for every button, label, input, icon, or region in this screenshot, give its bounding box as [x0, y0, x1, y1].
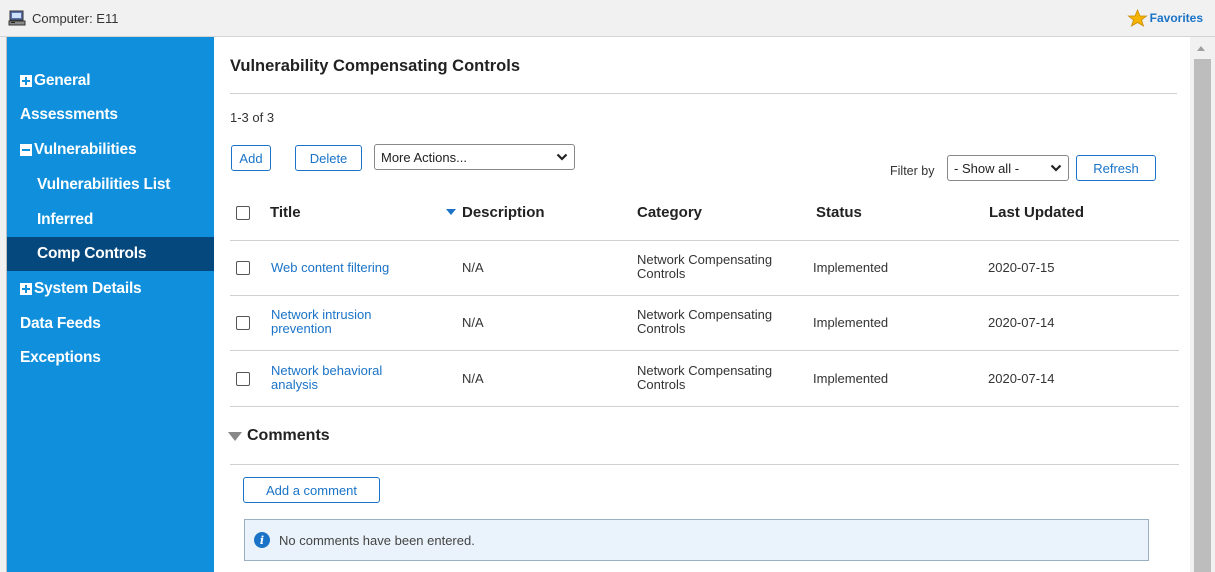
- sidebar-item-comp-controls[interactable]: Comp Controls: [7, 237, 214, 271]
- column-header-status[interactable]: Status: [816, 204, 862, 221]
- row-description: N/A: [462, 260, 484, 275]
- info-icon: i: [254, 532, 270, 548]
- sidebar-item-label: General: [34, 72, 91, 89]
- row-title-link[interactable]: Network behavioral analysis: [271, 364, 382, 392]
- sort-desc-icon: [446, 209, 456, 216]
- row-last-updated: 2020-07-14: [988, 315, 1055, 330]
- no-comments-text: No comments have been entered.: [279, 532, 475, 548]
- sidebar-item-assessments[interactable]: Assessments: [7, 98, 214, 132]
- comments-heading: Comments: [247, 427, 330, 444]
- row-checkbox[interactable]: [236, 372, 250, 386]
- row-divider: [230, 406, 1179, 407]
- main-content: Vulnerability Compensating Controls 1-3 …: [214, 37, 1190, 572]
- sidebar-item-vulnerabilities-list[interactable]: Vulnerabilities List: [7, 168, 214, 202]
- row-title-link[interactable]: Network intrusion prevention: [271, 308, 371, 336]
- sidebar-nav: General Assessments Vulnerabilities Vuln…: [7, 37, 214, 572]
- row-status: Implemented: [813, 315, 889, 330]
- window-title-bar: Computer: E11 Favorites: [0, 0, 1215, 37]
- favorites-link[interactable]: Favorites: [1127, 9, 1203, 27]
- row-last-updated: 2020-07-15: [988, 260, 1055, 275]
- delete-button[interactable]: Delete: [295, 145, 362, 171]
- expand-plus-icon[interactable]: [20, 283, 32, 295]
- sidebar-item-label: Vulnerabilities List: [37, 176, 171, 193]
- row-last-updated: 2020-07-14: [988, 371, 1055, 386]
- no-comments-notice: i No comments have been entered.: [244, 519, 1149, 561]
- row-checkbox[interactable]: [236, 316, 250, 330]
- column-header-last-updated[interactable]: Last Updated: [989, 204, 1084, 221]
- sidebar-item-label: Exceptions: [20, 349, 101, 366]
- filter-label: Filter by: [890, 164, 935, 178]
- sidebar-item-label: Data Feeds: [20, 315, 101, 332]
- vertical-scrollbar[interactable]: [1190, 37, 1215, 572]
- row-status: Implemented: [813, 260, 889, 275]
- row-description: N/A: [462, 371, 484, 386]
- comments-section-toggle[interactable]: Comments: [228, 427, 330, 445]
- select-all-checkbox[interactable]: [236, 206, 250, 220]
- row-category: Network Compensating Controls: [637, 363, 773, 392]
- collapse-minus-icon[interactable]: [20, 144, 32, 156]
- comments-divider: [230, 464, 1179, 465]
- column-header-title[interactable]: Title: [270, 204, 301, 221]
- row-category: Network Compensating Controls: [637, 252, 773, 281]
- window-left-edge: [0, 37, 7, 572]
- title-divider: [230, 93, 1177, 94]
- filter-select[interactable]: - Show all -: [947, 155, 1069, 181]
- collapse-triangle-icon: [228, 431, 242, 441]
- row-status: Implemented: [813, 371, 889, 386]
- chevron-down-icon: [556, 153, 568, 161]
- scroll-up-arrow-icon[interactable]: [1197, 46, 1205, 51]
- row-category: Network Compensating Controls: [637, 307, 773, 336]
- sidebar-item-label: Comp Controls: [37, 245, 147, 262]
- sidebar-item-label: Vulnerabilities: [34, 141, 137, 158]
- filter-value: - Show all -: [954, 160, 1020, 176]
- window-title: Computer: E11: [32, 11, 119, 26]
- row-title-link[interactable]: Web content filtering: [271, 261, 389, 275]
- add-comment-button[interactable]: Add a comment: [243, 477, 380, 503]
- sidebar-item-inferred[interactable]: Inferred: [7, 203, 214, 237]
- computer-icon: [8, 10, 26, 26]
- sidebar-item-label: System Details: [34, 280, 142, 297]
- column-header-description[interactable]: Description: [446, 204, 545, 221]
- add-button[interactable]: Add: [231, 145, 271, 171]
- row-checkbox[interactable]: [236, 261, 250, 275]
- column-header-description-label: Description: [462, 204, 545, 221]
- row-description: N/A: [462, 315, 484, 330]
- sidebar-item-label: Inferred: [37, 211, 94, 228]
- table-header-divider: [230, 240, 1179, 241]
- row-divider: [230, 295, 1179, 296]
- favorites-label: Favorites: [1149, 11, 1203, 25]
- row-divider: [230, 350, 1179, 351]
- chevron-down-icon: [1050, 164, 1062, 172]
- column-header-category[interactable]: Category: [637, 204, 702, 221]
- scrollbar-thumb[interactable]: [1194, 59, 1211, 572]
- sidebar-item-system-details[interactable]: System Details: [7, 272, 214, 306]
- more-actions-select[interactable]: More Actions...: [374, 144, 575, 170]
- sidebar-item-general[interactable]: General: [7, 64, 214, 98]
- result-count: 1-3 of 3: [230, 110, 275, 125]
- page-title: Vulnerability Compensating Controls: [230, 57, 520, 75]
- expand-plus-icon[interactable]: [20, 75, 32, 87]
- star-icon: [1127, 9, 1148, 27]
- more-actions-value: More Actions...: [381, 149, 467, 165]
- refresh-button[interactable]: Refresh: [1076, 155, 1156, 181]
- sidebar-item-exceptions[interactable]: Exceptions: [7, 341, 214, 375]
- sidebar-item-data-feeds[interactable]: Data Feeds: [7, 307, 214, 341]
- sidebar-item-vulnerabilities[interactable]: Vulnerabilities: [7, 133, 214, 167]
- sidebar-item-label: Assessments: [20, 106, 118, 123]
